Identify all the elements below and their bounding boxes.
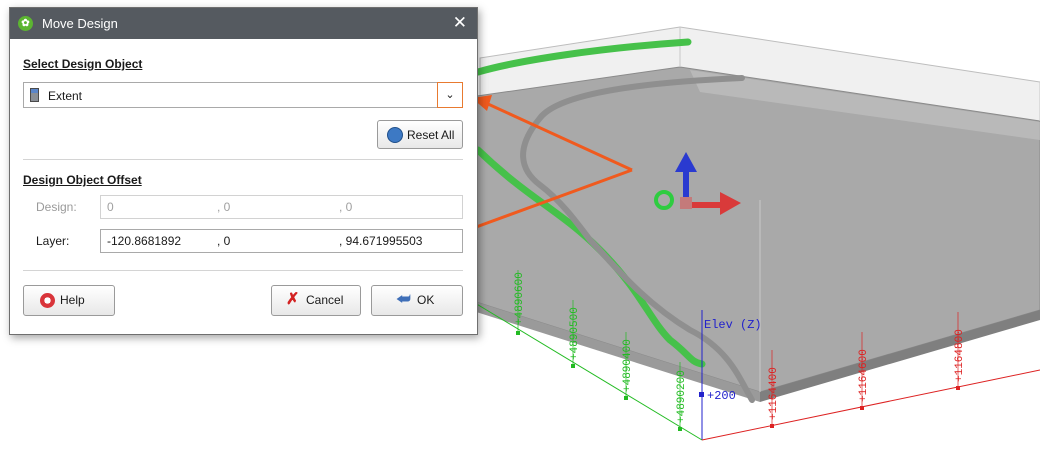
design-offset-y: , 0: [217, 200, 231, 214]
x-tick-label: +1164800: [954, 329, 966, 382]
z-axis-tick-label: +200: [707, 389, 736, 403]
dialog-titlebar[interactable]: ✿ Move Design ✕: [10, 8, 477, 39]
ok-label: OK: [417, 293, 435, 307]
reset-all-label: Reset All: [407, 128, 455, 142]
y-tick-label: +4890400: [622, 339, 634, 392]
lifebuoy-icon: [40, 293, 55, 308]
layer-offset-z-input[interactable]: , 94.671995503: [339, 234, 422, 248]
cancel-label: Cancel: [306, 293, 344, 307]
layer-offset-field: -120.8681892 , 0 , 94.671995503: [100, 229, 463, 253]
y-tick-label: +4890200: [676, 370, 688, 423]
x-tick-label: +1164400: [768, 367, 780, 420]
reset-all-button[interactable]: Reset All: [377, 120, 463, 149]
design-object-offset-heading: Design Object Offset: [23, 173, 142, 187]
layer-offset-label: Layer:: [36, 234, 70, 248]
layer-offset-y-input[interactable]: , 0: [217, 234, 230, 248]
cancel-button[interactable]: ✗ Cancel: [271, 285, 361, 316]
help-button[interactable]: Help: [23, 285, 115, 316]
divider: [23, 159, 463, 160]
leapfrog-logo-icon: ✿: [18, 16, 33, 31]
dialog-title: Move Design: [42, 16, 118, 31]
reset-icon: [387, 127, 403, 143]
select-design-object-heading: Select Design Object: [23, 57, 143, 71]
y-tick-label: +4890500: [569, 307, 581, 360]
design-object-select[interactable]: Extent: [23, 82, 463, 108]
cancel-x-icon: ✗: [286, 291, 300, 308]
design-offset-x: 0: [107, 200, 114, 214]
z-axis-title: Elev (Z): [704, 318, 762, 332]
design-offset-z: , 0: [339, 200, 353, 214]
x-tick-label: +1164600: [858, 349, 870, 402]
design-offset-label: Design:: [36, 200, 77, 214]
ok-button[interactable]: ⮨ OK: [371, 285, 463, 316]
move-design-dialog: ✿ Move Design ✕ Select Design Object Ext…: [9, 7, 478, 335]
chevron-down-icon[interactable]: ⌄: [437, 82, 463, 108]
y-tick-label: +4890600: [514, 272, 526, 325]
help-label: Help: [60, 293, 85, 307]
ok-arrow-icon: ⮨: [396, 291, 411, 308]
close-button[interactable]: ✕: [453, 13, 467, 33]
extent-icon: [30, 88, 39, 102]
layer-offset-x-input[interactable]: -120.8681892: [107, 234, 181, 248]
design-object-select-value: Extent: [48, 89, 83, 103]
divider: [23, 270, 463, 271]
design-offset-field: 0 , 0 , 0: [100, 195, 463, 219]
